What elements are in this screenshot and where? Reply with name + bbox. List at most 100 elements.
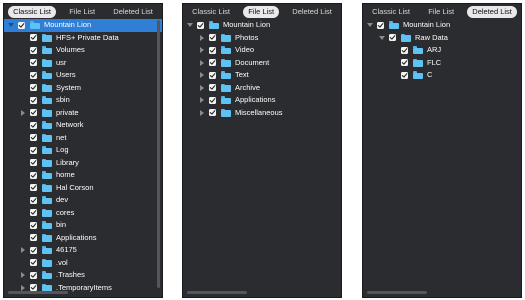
checkbox-checked-icon[interactable] xyxy=(30,34,37,41)
checkbox-checked-icon[interactable] xyxy=(30,96,37,104)
horizontal-scrollbar[interactable] xyxy=(8,291,68,294)
disclosure-collapsed-icon[interactable] xyxy=(200,59,204,66)
tree-row[interactable]: Miscellaneous xyxy=(183,107,341,120)
horizontal-scrollbar[interactable] xyxy=(367,291,427,294)
tree-row[interactable]: .Trashes xyxy=(4,269,162,282)
tree-row[interactable]: C xyxy=(363,69,521,82)
checkbox-checked-icon[interactable] xyxy=(30,109,37,116)
checkbox-checked-icon[interactable] xyxy=(30,84,37,91)
tree-row[interactable]: Archive xyxy=(183,82,341,95)
tab-deleted-list[interactable]: Deleted List xyxy=(287,6,337,18)
checkbox-checked-icon[interactable] xyxy=(30,196,37,204)
tab-file-list[interactable]: File List xyxy=(64,6,100,18)
checkbox-checked-icon[interactable] xyxy=(30,284,37,291)
tree-row[interactable]: Mountain Lion xyxy=(4,19,162,32)
disclosure-collapsed-icon[interactable] xyxy=(21,284,25,291)
folder-icon xyxy=(42,71,52,79)
tree-row[interactable]: Hal Corson xyxy=(4,182,162,195)
checkbox-checked-icon[interactable] xyxy=(30,209,37,216)
tree-row[interactable]: cores xyxy=(4,207,162,220)
tree-row[interactable]: Video xyxy=(183,44,341,57)
tree-row[interactable]: private xyxy=(4,107,162,120)
checkbox-checked-icon[interactable] xyxy=(30,184,37,191)
checkbox-checked-icon[interactable] xyxy=(209,84,216,91)
checkbox-checked-icon[interactable] xyxy=(389,34,396,41)
tree-row[interactable]: Mountain Lion xyxy=(183,19,341,32)
checkbox-checked-icon[interactable] xyxy=(209,96,216,104)
tree-row[interactable]: Users xyxy=(4,69,162,82)
tab-deleted-list[interactable]: Deleted List xyxy=(108,6,158,18)
checkbox-checked-icon[interactable] xyxy=(30,246,37,254)
disclosure-collapsed-icon[interactable] xyxy=(21,247,25,253)
tab-classic-list[interactable]: Classic List xyxy=(187,6,235,18)
disclosure-expanded-icon[interactable] xyxy=(8,23,14,27)
tree-row[interactable]: Document xyxy=(183,57,341,70)
horizontal-scrollbar[interactable] xyxy=(187,291,247,294)
tree-row[interactable]: 46175 xyxy=(4,244,162,257)
tree-row[interactable]: Applications xyxy=(4,232,162,245)
tree-row-label: C xyxy=(427,70,433,79)
tree-row[interactable]: usr xyxy=(4,57,162,70)
disclosure-collapsed-icon[interactable] xyxy=(21,272,25,278)
vertical-scrollbar[interactable] xyxy=(157,20,160,288)
checkbox-checked-icon[interactable] xyxy=(401,59,408,66)
disclosure-collapsed-icon[interactable] xyxy=(200,47,204,53)
disclosure-collapsed-icon[interactable] xyxy=(200,72,204,78)
tab-file-list[interactable]: File List xyxy=(243,6,280,18)
disclosure-collapsed-icon[interactable] xyxy=(21,109,25,116)
tree-row[interactable]: Photos xyxy=(183,32,341,45)
tree-row[interactable]: Volumes xyxy=(4,44,162,57)
checkbox-checked-icon[interactable] xyxy=(209,34,216,41)
tree-row[interactable]: bin xyxy=(4,219,162,232)
tree-row[interactable]: sbin xyxy=(4,94,162,107)
checkbox-checked-icon[interactable] xyxy=(377,21,384,29)
checkbox-checked-icon[interactable] xyxy=(401,71,408,79)
tree-row[interactable]: net xyxy=(4,132,162,145)
checkbox-checked-icon[interactable] xyxy=(209,71,216,79)
checkbox-checked-icon[interactable] xyxy=(30,159,37,166)
disclosure-expanded-icon[interactable] xyxy=(379,35,385,40)
tab-classic-list[interactable]: Classic List xyxy=(367,6,415,18)
tree-row[interactable]: Library xyxy=(4,157,162,170)
disclosure-expanded-icon[interactable] xyxy=(367,23,373,27)
checkbox-checked-icon[interactable] xyxy=(209,46,216,54)
tree-row[interactable]: Text xyxy=(183,69,341,82)
checkbox-checked-icon[interactable] xyxy=(30,259,37,266)
checkbox-checked-icon[interactable] xyxy=(30,171,37,179)
tree-row[interactable]: Network xyxy=(4,119,162,132)
tab-deleted-list[interactable]: Deleted List xyxy=(467,6,517,18)
checkbox-checked-icon[interactable] xyxy=(209,109,216,116)
tree-row[interactable]: dev xyxy=(4,194,162,207)
tree-row[interactable]: Applications xyxy=(183,94,341,107)
checkbox-checked-icon[interactable] xyxy=(30,46,37,54)
disclosure-collapsed-icon[interactable] xyxy=(200,84,204,91)
tree-row[interactable]: Mountain Lion xyxy=(363,19,521,32)
checkbox-checked-icon[interactable] xyxy=(30,234,37,241)
checkbox-checked-icon[interactable] xyxy=(30,121,37,129)
checkbox-checked-icon[interactable] xyxy=(197,21,204,29)
checkbox-checked-icon[interactable] xyxy=(18,21,25,29)
checkbox-checked-icon[interactable] xyxy=(30,134,37,141)
checkbox-checked-icon[interactable] xyxy=(30,59,37,66)
tree-row[interactable]: System xyxy=(4,82,162,95)
checkbox-checked-icon[interactable] xyxy=(30,271,37,279)
tree-row[interactable]: Raw Data xyxy=(363,32,521,45)
disclosure-collapsed-icon[interactable] xyxy=(200,97,204,103)
disclosure-collapsed-icon[interactable] xyxy=(200,109,204,116)
disclosure-expanded-icon[interactable] xyxy=(187,23,193,27)
tree-row[interactable]: FLC xyxy=(363,57,521,70)
tree-row[interactable]: Log xyxy=(4,144,162,157)
checkbox-checked-icon[interactable] xyxy=(209,59,216,66)
tree-row[interactable]: ARJ xyxy=(363,44,521,57)
tab-file-list[interactable]: File List xyxy=(423,6,459,18)
checkbox-checked-icon[interactable] xyxy=(30,221,37,229)
tree-row-label: Raw Data xyxy=(415,32,448,42)
tab-classic-list[interactable]: Classic List xyxy=(8,6,57,18)
checkbox-checked-icon[interactable] xyxy=(30,146,37,154)
tree-row[interactable]: home xyxy=(4,169,162,182)
checkbox-checked-icon[interactable] xyxy=(30,71,37,79)
disclosure-collapsed-icon[interactable] xyxy=(200,34,204,41)
tree-row[interactable]: HFS+ Private Data xyxy=(4,32,162,45)
tree-row[interactable]: .vol xyxy=(4,257,162,270)
checkbox-checked-icon[interactable] xyxy=(401,46,408,54)
